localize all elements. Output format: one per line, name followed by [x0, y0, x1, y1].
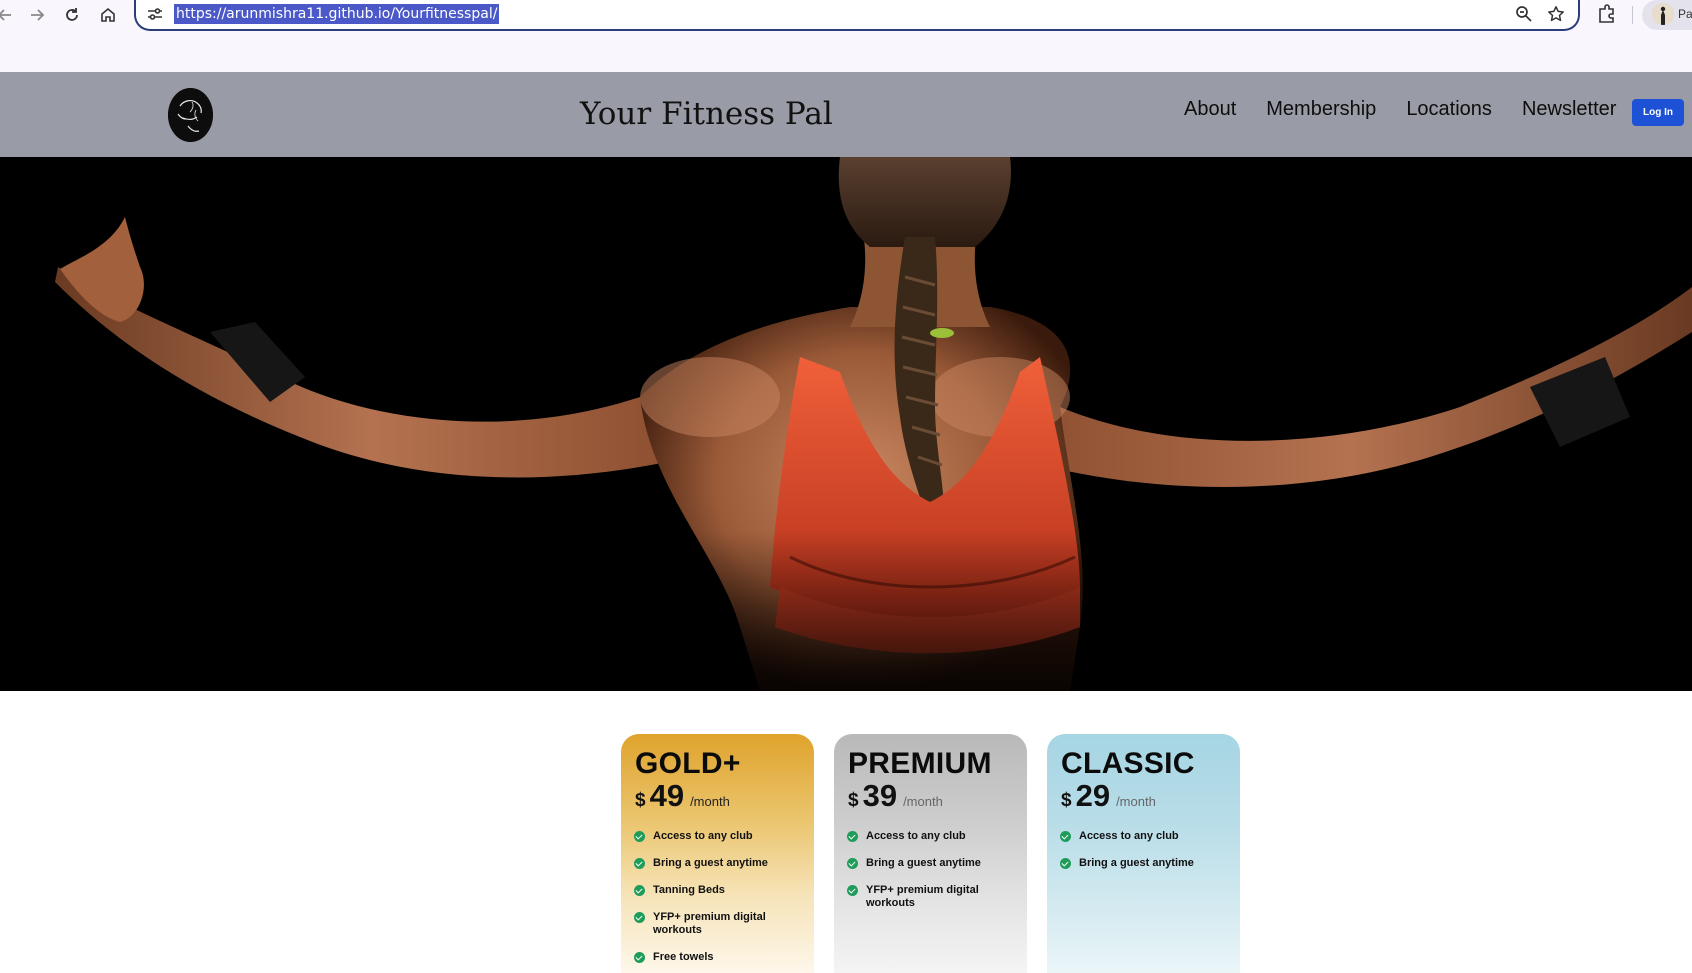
plan-feature-text: Bring a guest anytime — [1079, 857, 1194, 869]
profile-button[interactable]: Pa — [1642, 0, 1692, 30]
plan-name: PREMIUM — [848, 747, 992, 780]
back-icon[interactable] — [0, 2, 18, 28]
plan-feature-text: Access to any club — [653, 830, 753, 842]
browser-toolbar: https://arunmishra11.github.io/Yourfitne… — [0, 0, 1692, 72]
plan-name: GOLD+ — [635, 747, 741, 780]
hero-image — [0, 157, 1692, 691]
check-circle-icon — [1060, 858, 1071, 869]
check-circle-icon — [847, 858, 858, 869]
extensions-icon[interactable] — [1596, 3, 1618, 25]
plan-feature: Access to any club — [634, 830, 806, 843]
plan-feature: YFP+ premium digital workouts — [634, 911, 806, 937]
check-circle-icon — [1060, 831, 1071, 842]
plan-feature: Tanning Beds — [634, 884, 806, 897]
plan-feature: YFP+ premium digital workouts — [847, 884, 1019, 910]
check-circle-icon — [847, 885, 858, 896]
plan-amount: 39 — [862, 778, 898, 813]
plan-currency: $ — [848, 790, 859, 811]
check-circle-icon — [634, 912, 645, 923]
forward-icon[interactable] — [24, 2, 50, 28]
plan-feature: Free towels — [634, 951, 806, 964]
site-header: Your Fitness Pal About Membership Locati… — [0, 72, 1692, 157]
plan-feature: Bring a guest anytime — [847, 857, 1019, 870]
plan-feature: Bring a guest anytime — [634, 857, 806, 870]
plan-name: CLASSIC — [1061, 747, 1195, 780]
check-circle-icon — [634, 831, 645, 842]
profile-avatar — [1652, 3, 1674, 25]
plan-feature: Bring a guest anytime — [1060, 857, 1232, 870]
plan-feature-text: Access to any club — [866, 830, 966, 842]
url-text[interactable]: https://arunmishra11.github.io/Yourfitne… — [174, 4, 500, 24]
plan-card-gold[interactable]: GOLD+ $ 49 /month Access to any club Bri… — [621, 734, 814, 973]
plan-feature-text: YFP+ premium digital workouts — [653, 911, 766, 936]
home-icon[interactable] — [95, 2, 121, 28]
plan-feature-text: Access to any club — [1079, 830, 1179, 842]
check-circle-icon — [634, 858, 645, 869]
plan-price: $ 49 /month — [635, 778, 730, 814]
plan-feature-text: YFP+ premium digital workouts — [866, 884, 979, 909]
nav-membership[interactable]: Membership — [1266, 98, 1376, 121]
site-logo[interactable] — [168, 88, 213, 142]
reload-icon[interactable] — [59, 2, 85, 28]
check-circle-icon — [634, 885, 645, 896]
plan-feature-list: Access to any club Bring a guest anytime… — [634, 830, 806, 973]
zoom-icon[interactable] — [1514, 4, 1534, 24]
plan-feature-list: Access to any club Bring a guest anytime — [1060, 830, 1232, 884]
nav-newsletter[interactable]: Newsletter — [1522, 98, 1616, 121]
toolbar-separator — [1632, 6, 1633, 24]
plan-amount: 49 — [649, 778, 685, 813]
plan-card-classic[interactable]: CLASSIC $ 29 /month Access to any club B… — [1047, 734, 1240, 973]
check-circle-icon — [847, 831, 858, 842]
plan-feature-text: Tanning Beds — [653, 884, 725, 896]
plan-price: $ 29 /month — [1061, 778, 1156, 814]
plan-period: /month — [1116, 794, 1156, 809]
plan-currency: $ — [1061, 790, 1072, 811]
nav-about[interactable]: About — [1184, 98, 1236, 121]
profile-label: Pa — [1678, 7, 1692, 21]
plan-amount: 29 — [1075, 778, 1111, 813]
plan-price: $ 39 /month — [848, 778, 943, 814]
plan-feature: Access to any club — [1060, 830, 1232, 843]
site-info-icon[interactable] — [146, 5, 164, 23]
nav-locations[interactable]: Locations — [1406, 98, 1492, 121]
check-circle-icon — [634, 952, 645, 963]
main-nav: About Membership Locations Newsletter — [1184, 98, 1616, 121]
plan-feature-list: Access to any club Bring a guest anytime… — [847, 830, 1019, 924]
plan-card-premium[interactable]: PREMIUM $ 39 /month Access to any club B… — [834, 734, 1027, 973]
plan-period: /month — [690, 794, 730, 809]
login-button[interactable]: Log In — [1632, 99, 1684, 126]
plan-feature: Access to any club — [847, 830, 1019, 843]
plan-feature-text: Bring a guest anytime — [653, 857, 768, 869]
bookmark-star-icon[interactable] — [1546, 4, 1566, 24]
plan-period: /month — [903, 794, 943, 809]
plan-feature-text: Free towels — [653, 951, 714, 963]
address-bar[interactable]: https://arunmishra11.github.io/Yourfitne… — [134, 0, 1580, 31]
site-title: Your Fitness Pal — [580, 96, 833, 132]
plan-currency: $ — [635, 790, 646, 811]
plan-feature-text: Bring a guest anytime — [866, 857, 981, 869]
